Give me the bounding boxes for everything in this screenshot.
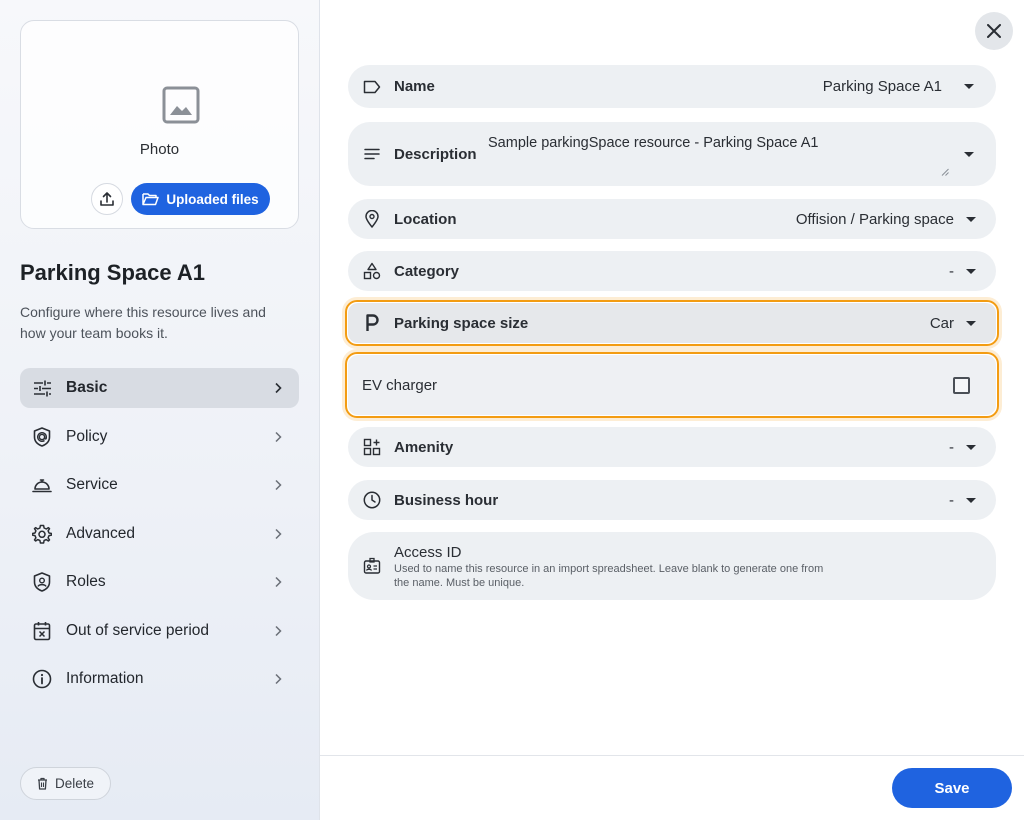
nav-label-advanced: Advanced [66,525,135,542]
text-lines-icon [364,148,380,160]
nav-item-roles[interactable]: Roles [20,562,299,602]
clock-icon [363,491,381,509]
calendar-x-icon [33,622,51,641]
nav-item-service[interactable]: Service [20,465,299,505]
nav-item-policy[interactable]: Policy [20,417,299,457]
chevron-right-icon [275,673,282,685]
uploaded-files-label: Uploaded files [166,191,259,207]
resource-description: Configure where this resource lives and … [20,304,266,341]
category-field[interactable]: Category - [348,251,996,291]
dropdown-caret-icon [966,217,976,222]
location-label: Location [394,211,457,228]
nav-item-information[interactable]: Information [20,659,299,699]
close-icon [987,24,1001,38]
gear-icon [32,524,52,544]
resource-title: Parking Space A1 [20,260,206,285]
shapes-icon [363,262,381,280]
grid-add-icon [363,438,381,456]
room-service-icon [32,479,52,493]
nav-label-out-of-service: Out of service period [66,622,210,639]
nav-item-basic[interactable]: Basic [20,368,299,408]
upload-button[interactable] [91,183,123,215]
nav-label-service: Service [66,476,118,493]
business-hour-label: Business hour [394,492,499,509]
folder-open-icon [142,193,160,206]
uploaded-files-button[interactable]: Uploaded files [131,183,270,215]
dropdown-caret-icon [966,321,976,326]
description-field[interactable]: Description Sample parkingSpace resource… [348,122,996,186]
chevron-right-icon [275,625,282,637]
dropdown-caret-icon [966,269,976,274]
amenity-label: Amenity [394,439,454,456]
parking-size-value: Car [929,315,954,332]
dropdown-caret-icon [966,445,976,450]
nav-label-basic: Basic [66,379,108,396]
description-label: Description [394,146,477,163]
settings-sidebar: Photo Uploaded files Parking Space A1 Co… [0,0,320,820]
parking-icon [366,314,379,331]
id-badge-icon [363,557,381,574]
nav-item-advanced[interactable]: Advanced [20,514,299,554]
trash-icon [37,777,47,790]
amenity-value: - [949,439,954,456]
name-value: Parking Space A1 [822,78,942,95]
category-label: Category [394,263,460,280]
parking-size-label: Parking space size [394,315,529,332]
category-value: - [949,263,954,280]
resize-handle-icon[interactable] [941,168,949,176]
access-id-label: Access ID [394,544,462,561]
chevron-right-icon [275,479,282,491]
chevron-right-icon [275,528,282,540]
chevron-right-icon [275,431,282,443]
amenity-field[interactable]: Amenity - [348,427,996,467]
chevron-right-icon [275,382,282,394]
name-field[interactable]: Name Parking Space A1 [348,65,996,108]
shield-at-icon [33,427,51,447]
photo-card: Photo Uploaded files [20,20,299,229]
access-id-help: Used to name this resource in an import … [394,563,824,589]
info-icon [32,669,52,689]
dropdown-caret-icon [964,152,974,157]
chevron-right-icon [275,576,282,588]
description-value: Sample parkingSpace resource - Parking S… [488,135,819,151]
footer-divider [320,755,1024,756]
close-button[interactable] [975,12,1013,50]
location-pin-icon [365,210,379,228]
shield-user-icon [33,572,51,592]
nav-label-policy: Policy [66,428,108,445]
sliders-icon [33,380,51,396]
parking-size-field[interactable]: Parking space size Car [348,303,996,343]
ev-charger-field: EV charger [348,355,996,415]
business-hour-value: - [949,492,954,509]
photo-label: Photo [139,141,180,158]
nav-item-out-of-service[interactable]: Out of service period [20,611,299,651]
location-value: Offision / Parking space [795,211,954,228]
image-placeholder-icon [162,86,200,124]
tag-icon [363,80,381,94]
business-hour-field[interactable]: Business hour - [348,480,996,520]
location-field[interactable]: Location Offision / Parking space [348,199,996,239]
name-label: Name [394,78,435,95]
access-id-field[interactable]: Access ID Used to name this resource in … [348,532,996,600]
dropdown-caret-icon [964,84,974,89]
save-button[interactable]: Save [892,768,1012,808]
upload-icon [100,192,114,206]
delete-label: Delete [54,776,95,791]
nav-label-roles: Roles [66,573,106,590]
nav-label-information: Information [66,670,144,687]
delete-button[interactable]: Delete [20,767,111,800]
ev-charger-label: EV charger [362,377,438,394]
ev-charger-checkbox[interactable] [953,377,970,394]
dropdown-caret-icon [966,498,976,503]
